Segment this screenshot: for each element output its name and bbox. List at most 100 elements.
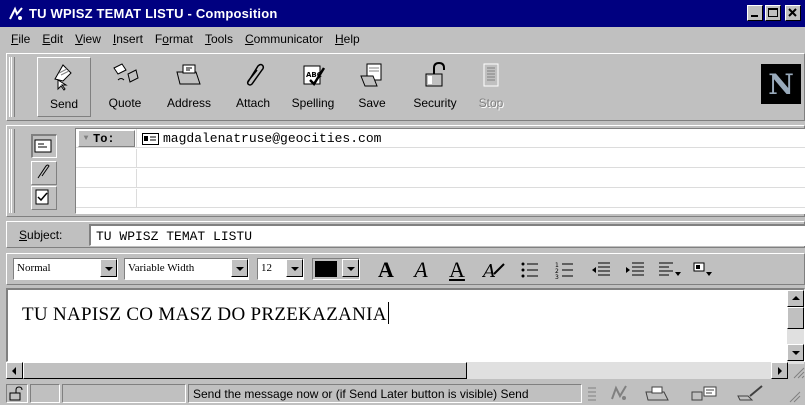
status-spacer	[62, 384, 186, 403]
navigator-component-icon[interactable]	[604, 384, 636, 403]
title-bar: TU WPISZ TEMAT LISTU - Composition	[0, 0, 805, 27]
scroll-right-button[interactable]	[771, 362, 788, 379]
menu-format[interactable]: Format	[149, 32, 199, 46]
send-button[interactable]: Send	[37, 57, 91, 117]
paperclip-tab-icon	[37, 164, 50, 179]
status-resize-grip-icon[interactable]	[782, 384, 802, 403]
font-select[interactable]: Variable Width	[124, 258, 249, 280]
attach-files-tab[interactable]	[31, 161, 57, 185]
menu-edit[interactable]: Edit	[36, 32, 69, 46]
addressing-grip[interactable]	[9, 129, 15, 213]
scroll-left-button[interactable]	[6, 362, 23, 379]
bullet-list-icon[interactable]	[517, 258, 543, 282]
padlock-icon	[420, 60, 450, 90]
spelling-button[interactable]: ABC Spelling	[285, 57, 341, 117]
svg-text:A: A	[482, 261, 496, 280]
save-button[interactable]: Save	[350, 57, 394, 117]
menu-bar: File Edit View Insert Format Tools Commu…	[0, 28, 805, 50]
text-color-picker[interactable]	[312, 258, 360, 280]
subject-label: Subject:	[19, 228, 63, 242]
dropdown-arrow-icon	[100, 259, 117, 277]
close-button[interactable]	[785, 5, 801, 21]
scroll-down-button[interactable]	[787, 344, 804, 361]
attach-button[interactable]: Attach	[228, 57, 278, 117]
scroll-up-button[interactable]	[787, 290, 804, 307]
quote-label: Quote	[108, 96, 142, 110]
bigger-font-icon[interactable]: A	[373, 257, 399, 282]
horizontal-scroll-thumb[interactable]	[23, 362, 467, 379]
toolbar-grip[interactable]	[9, 57, 15, 117]
composer-component-icon[interactable]	[734, 384, 770, 403]
paperclip-icon	[238, 60, 268, 90]
empty-recipient-row[interactable]	[76, 149, 805, 168]
decrease-indent-icon[interactable]	[588, 258, 614, 282]
color-swatch	[315, 261, 337, 277]
menu-tools[interactable]: Tools	[199, 32, 239, 46]
text-caret	[387, 302, 389, 324]
italic-icon[interactable]: A	[408, 257, 434, 282]
send-icon	[49, 61, 79, 91]
paragraph-style-select[interactable]: Normal	[13, 258, 118, 280]
font-size-select[interactable]: 12	[257, 258, 304, 280]
dropdown-arrow-icon	[231, 259, 248, 277]
arrow-up-icon	[792, 296, 800, 300]
address-type-select[interactable]: ▼ To:	[78, 130, 135, 147]
clear-styles-icon[interactable]: A	[481, 258, 507, 282]
arrow-right-icon	[778, 367, 782, 375]
recipient-entry[interactable]: magdalenatruse@geocities.com	[142, 131, 381, 146]
insert-object-icon[interactable]	[691, 258, 717, 282]
quote-icon	[110, 60, 140, 90]
attach-label: Attach	[235, 96, 271, 110]
menu-insert[interactable]: Insert	[107, 32, 149, 46]
recipient-list[interactable]: ▼ To: magdalenatruse@geocities.com	[75, 128, 805, 214]
numbered-list-icon[interactable]: 123	[552, 258, 578, 282]
underline-icon[interactable]: A	[444, 257, 470, 282]
quote-button[interactable]: Quote	[100, 57, 150, 117]
empty-recipient-row[interactable]	[76, 169, 805, 188]
menu-file[interactable]: File	[5, 32, 36, 46]
address-message-tab[interactable]	[31, 134, 57, 158]
dropdown-arrow-icon	[342, 259, 359, 277]
maximize-button[interactable]	[765, 5, 781, 21]
netscape-logo[interactable]: N	[761, 64, 801, 104]
stop-icon	[476, 60, 506, 90]
empty-recipient-row[interactable]	[76, 189, 805, 208]
minimize-button[interactable]	[747, 5, 763, 21]
security-status[interactable]	[6, 384, 28, 403]
address-card-icon	[34, 139, 52, 153]
dropdown-arrow-icon	[286, 259, 303, 277]
security-lock-icon	[9, 386, 23, 401]
minimize-icon	[751, 15, 758, 17]
vertical-scroll-thumb[interactable]	[787, 307, 804, 329]
alignment-icon[interactable]	[657, 258, 683, 282]
message-options-tab[interactable]	[31, 186, 57, 210]
security-button[interactable]: Security	[407, 57, 463, 117]
close-icon	[788, 8, 797, 17]
stop-button[interactable]: Stop	[473, 57, 509, 117]
vertical-scrollbar[interactable]	[787, 290, 804, 364]
discussion-component-icon[interactable]	[688, 384, 724, 403]
increase-indent-icon[interactable]	[622, 258, 648, 282]
window-title: TU WPISZ TEMAT LISTU - Composition	[29, 6, 278, 21]
status-message: Send the message now or (if Send Later b…	[188, 384, 582, 403]
mailbox-component-icon[interactable]	[642, 384, 678, 403]
menu-communicator[interactable]: Communicator	[239, 32, 329, 46]
vcard-icon	[142, 132, 159, 145]
address-button[interactable]: Address	[159, 57, 219, 117]
status-progress	[30, 384, 60, 403]
save-label: Save	[358, 96, 386, 110]
subject-input[interactable]: TU WPISZ TEMAT LISTU	[89, 224, 805, 246]
menu-view[interactable]: View	[69, 32, 107, 46]
resize-grip-icon[interactable]	[788, 362, 805, 379]
address-type-label: To:	[93, 131, 115, 146]
message-body-text[interactable]: TU NAPISZ CO MASZ DO PRZEKAZANIA	[22, 302, 389, 326]
arrow-left-icon	[12, 367, 16, 375]
message-body[interactable]: TU NAPISZ CO MASZ DO PRZEKAZANIA	[6, 288, 805, 364]
security-label: Security	[413, 96, 457, 110]
composer-app-icon[interactable]	[8, 6, 24, 22]
recipient-row[interactable]: ▼ To: magdalenatruse@geocities.com	[76, 129, 805, 148]
horizontal-scrollbar[interactable]	[6, 362, 788, 379]
menu-help[interactable]: Help	[329, 32, 366, 46]
options-icon	[35, 189, 49, 205]
status-bar: Send the message now or (if Send Later b…	[0, 382, 805, 405]
